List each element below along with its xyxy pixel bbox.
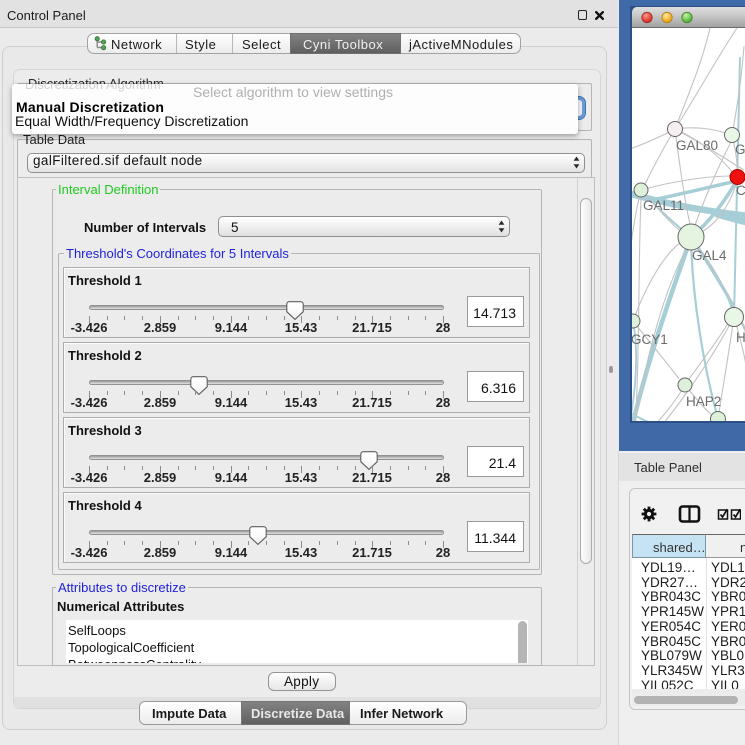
svg-text:GA: GA xyxy=(735,142,745,157)
svg-text:C: C xyxy=(736,183,745,198)
svg-text:GCY1: GCY1 xyxy=(632,332,668,347)
svg-text:GAL80: GAL80 xyxy=(676,138,718,153)
svg-text:GAL11: GAL11 xyxy=(643,198,684,213)
svg-text:HAP2: HAP2 xyxy=(686,394,721,409)
svg-text:H: H xyxy=(736,330,745,345)
svg-text:GAL4: GAL4 xyxy=(692,248,727,263)
